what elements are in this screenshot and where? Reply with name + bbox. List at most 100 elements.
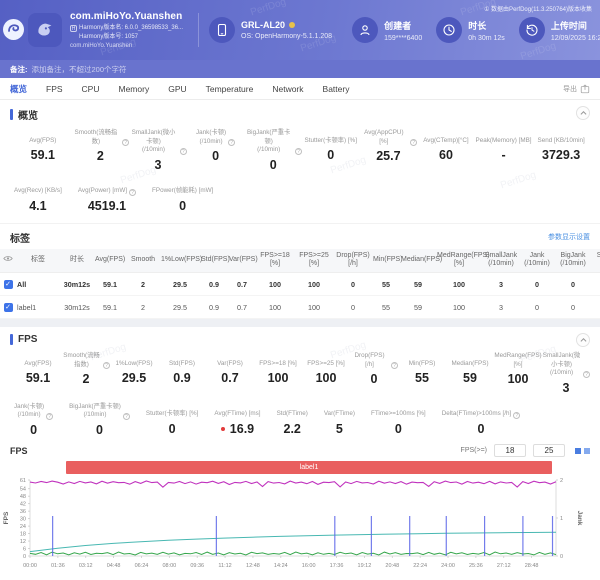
column-header[interactable]: 1%Low(FPS)	[160, 249, 200, 273]
stat-label: 1%Low(FPS)	[110, 352, 158, 368]
stat-value: 5	[324, 422, 355, 436]
stat-value: 0	[187, 149, 245, 163]
stat-label: Smooth(流畅指数)?	[72, 129, 130, 146]
stat-value: 3729.3	[532, 148, 590, 162]
series-line-smooth[interactable]	[30, 552, 556, 555]
column-header[interactable]: Median(FPS)	[400, 249, 436, 273]
threshold-input-2[interactable]	[533, 444, 565, 457]
cell-value: 0	[592, 296, 600, 319]
stat-label: Jank(卡顿) (/10min)?	[187, 129, 245, 146]
column-header[interactable]: FPS>=25 [%]	[294, 249, 334, 273]
table-row: ✓All30m12s59.1229.50.90.7100100055591003…	[0, 273, 600, 296]
export-button[interactable]: 导出	[563, 84, 590, 94]
labels-table: 标签时长Avg(FPS)Smooth1%Low(FPS)Std(FPS)Var(…	[0, 249, 600, 320]
threshold-cancel-icon[interactable]	[584, 448, 590, 454]
column-header[interactable]: Smooth	[126, 249, 160, 273]
column-header[interactable]: Avg(FPS)	[94, 249, 126, 273]
tab-fps[interactable]: FPS	[46, 84, 63, 94]
info-icon[interactable]: ?	[583, 371, 590, 378]
column-header[interactable]: Var(FPS)	[228, 249, 256, 273]
visibility-eye-icon[interactable]	[0, 249, 16, 273]
stat-label: Drop(FPS) [/h]?	[350, 352, 398, 369]
stat-value: 100	[254, 371, 302, 385]
y-axis-left-title: FPS	[3, 511, 10, 524]
y-tick-label: 54	[20, 486, 26, 492]
device-status-dot[interactable]	[289, 22, 295, 28]
series-line-fps[interactable]	[30, 481, 556, 487]
column-header[interactable]: 标签	[16, 249, 60, 273]
info-icon[interactable]: ?	[295, 148, 302, 155]
x-tick-label: 20:48	[385, 563, 399, 569]
column-header[interactable]: MedRange(FPS)[%]	[436, 249, 482, 273]
label1-band[interactable]: label1	[66, 461, 552, 474]
row-checkbox[interactable]: ✓	[4, 303, 13, 312]
collapse-button[interactable]	[576, 333, 590, 347]
stat-value: 59.1	[14, 148, 72, 162]
column-header[interactable]: SmallJank (/10min)	[482, 249, 520, 273]
column-header[interactable]: FPS>=18 [%]	[256, 249, 294, 273]
info-icon[interactable]: ?	[410, 139, 417, 146]
device-os: OS: OpenHarmony-5.1.1.208	[241, 33, 332, 40]
stat-value: 100	[494, 372, 542, 386]
cell-value: 2	[126, 273, 160, 296]
column-header[interactable]: Min(FPS)	[372, 249, 400, 273]
threshold-confirm-icon[interactable]	[575, 448, 581, 454]
row-checkbox[interactable]: ✓	[4, 280, 13, 289]
tab-概览[interactable]: 概览	[10, 83, 27, 95]
stat-item: Avg(FTime) [ms]16.9	[214, 403, 260, 437]
tab-memory[interactable]: Memory	[119, 84, 150, 94]
tab-temperature[interactable]: Temperature	[206, 84, 254, 94]
tab-gpu[interactable]: GPU	[168, 84, 186, 94]
export-label: 导出	[563, 84, 577, 94]
y-tick-label: 0	[23, 554, 26, 560]
remark-bar[interactable]: 备注: 添加备注，不超过200个字符 PerfDog PerfDog	[0, 60, 600, 78]
column-header[interactable]: 时长	[60, 249, 94, 273]
metric-tabs: 概览 FPS CPU Memory GPU Temperature Network Batte…	[0, 78, 600, 100]
column-header[interactable]: Std(FPS)	[200, 249, 228, 273]
stat-label: Var(FPS)	[206, 352, 254, 368]
info-icon[interactable]: ?	[129, 189, 136, 196]
info-icon[interactable]: ?	[228, 139, 235, 146]
info-icon[interactable]: ?	[46, 413, 53, 420]
info-icon[interactable]: ?	[180, 148, 187, 155]
stat-label: FTime>=100ms [%]	[371, 403, 426, 419]
cell-value: 2	[126, 296, 160, 319]
column-header[interactable]: BigJank (/10min)	[554, 249, 592, 273]
stat-label: Avg(AppCPU) [%]?	[360, 129, 418, 146]
cell-value: 100	[294, 273, 334, 296]
column-header[interactable]: Drop(FPS) [/h]	[334, 249, 372, 273]
stat-label: MedRange(FPS)[%]	[494, 352, 542, 369]
cell-value: 100	[294, 296, 334, 319]
info-icon[interactable]: ?	[122, 139, 129, 146]
x-tick-label: 14:24	[274, 563, 288, 569]
tab-cpu[interactable]: CPU	[82, 84, 100, 94]
info-icon[interactable]: ?	[103, 362, 110, 369]
fps-line-chart[interactable]: 06121824303642485461012FPSJank00:0001:36…	[0, 476, 600, 580]
tab-battery[interactable]: Battery	[323, 84, 350, 94]
stat-item: Var(FPS)0.7	[206, 352, 254, 395]
duration-block: 时长 0h 30m 12s	[436, 17, 505, 43]
report-header: PerfDog PerfDog PerfDog com.miHoYo.Yuans…	[0, 0, 600, 60]
y-tick-label: 48	[20, 494, 26, 500]
stat-value: 0	[302, 148, 360, 162]
clock-icon	[436, 17, 462, 43]
info-icon[interactable]: ?	[391, 362, 398, 369]
stat-item: Jank(卡顿) (/10min)? 0	[187, 129, 245, 172]
info-icon[interactable]: ?	[123, 413, 130, 420]
stat-item: Avg(FPS)59.1	[14, 129, 72, 172]
column-header[interactable]: Jank (/10min)	[520, 249, 554, 273]
creator-value: 159****6400	[384, 35, 422, 42]
info-icon[interactable]: ?	[513, 412, 520, 419]
upload-value: 12/09/2025 16:28:55	[551, 35, 600, 42]
collapse-button[interactable]	[576, 106, 590, 120]
fps-stats-row1: Avg(FPS)59.1Smooth(流畅指数)?21%Low(FPS)29.5…	[0, 350, 600, 401]
threshold-input-1[interactable]	[494, 444, 526, 457]
param-display-settings-link[interactable]: 参数显示设置	[548, 232, 590, 242]
remark-placeholder: 添加备注，不超过200个字符	[32, 64, 127, 75]
column-header[interactable]: Stutter [%]	[592, 249, 600, 273]
tab-network[interactable]: Network	[272, 84, 303, 94]
y-tick-label: 6	[23, 546, 26, 552]
remark-label: 备注:	[10, 64, 28, 75]
x-tick-label: 06:24	[135, 563, 149, 569]
series-line-1lowfps[interactable]	[30, 532, 556, 551]
